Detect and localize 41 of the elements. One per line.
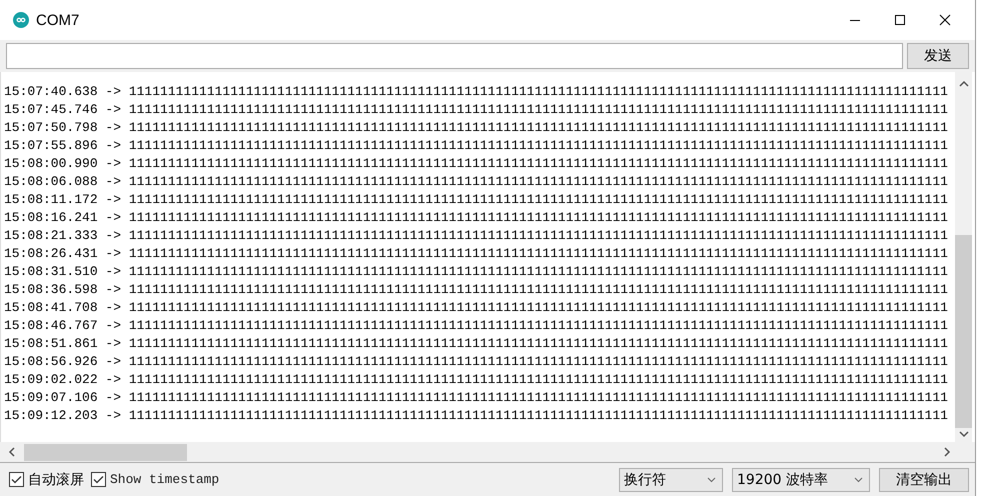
line-ending-dropdown[interactable]: 换行符 <box>619 468 723 492</box>
log-line: 15:08:00.990 -> 111111111111111111111111111111111111111111111111111111111111111111111111111111111111111111111111111111111 <box>4 155 949 173</box>
log-line: 15:08:21.333 -> 111111111111111111111111111111111111111111111111111111111111111111111111111111111111111111111111111111111 <box>4 227 949 245</box>
log-line: 15:07:40.638 -> 111111111111111111111111111111111111111111111111111111111111111111111111111111111111111111111111111111111 <box>4 83 949 101</box>
chevron-down-icon <box>854 476 863 482</box>
log-line: 15:08:06.088 -> 111111111111111111111111111111111111111111111111111111111111111111111111111111111111111111111111111111111 <box>4 173 949 191</box>
log-line: 15:08:41.708 -> 111111111111111111111111111111111111111111111111111111111111111111111111111111111111111111111111111111111 <box>4 299 949 317</box>
checkbox[interactable] <box>9 472 24 487</box>
send-button[interactable]: 发送 <box>907 43 969 69</box>
scroll-right-icon[interactable] <box>943 447 951 457</box>
scrollbar-thumb[interactable] <box>955 235 972 428</box>
window-title: COM7 <box>36 12 80 28</box>
scroll-down-icon[interactable] <box>958 430 968 438</box>
input-field[interactable] <box>6 43 903 69</box>
log-line: 15:09:02.022 -> 111111111111111111111111111111111111111111111111111111111111111111111111111111111111111111111111111111111 <box>4 371 949 389</box>
checkbox-label[interactable]: Show timestamp <box>110 472 220 487</box>
app-logo-icon <box>13 12 29 28</box>
scrollbar-thumb[interactable] <box>24 444 187 460</box>
scroll-left-icon[interactable] <box>8 447 16 457</box>
log-line: 15:08:31.510 -> 111111111111111111111111111111111111111111111111111111111111111111111111111111111111111111111111111111111 <box>4 263 949 281</box>
log-line: 15:08:51.861 -> 111111111111111111111111111111111111111111111111111111111111111111111111111111111111111111111111111111111 <box>4 335 949 353</box>
close-icon[interactable] <box>939 14 951 26</box>
checkbox[interactable] <box>91 472 106 487</box>
log-line: 15:07:50.798 -> 111111111111111111111111111111111111111111111111111111111111111111111111111111111111111111111111111111111 <box>4 119 949 137</box>
scroll-up-icon[interactable] <box>958 80 968 88</box>
log-line: 15:07:55.896 -> 111111111111111111111111111111111111111111111111111111111111111111111111111111111111111111111111111111111 <box>4 137 949 155</box>
log-line: 15:08:11.172 -> 111111111111111111111111111111111111111111111111111111111111111111111111111111111111111111111111111111111 <box>4 191 949 209</box>
chevron-down-icon <box>707 476 716 482</box>
log-line: 15:07:45.746 -> 111111111111111111111111111111111111111111111111111111111111111111111111111111111111111111111111111111111 <box>4 101 949 119</box>
log-line: 15:08:46.767 -> 111111111111111111111111111111111111111111111111111111111111111111111111111111111111111111111111111111111 <box>4 317 949 335</box>
maximize-icon[interactable] <box>894 14 906 26</box>
log-line: 15:08:36.598 -> 111111111111111111111111111111111111111111111111111111111111111111111111111111111111111111111111111111111 <box>4 281 949 299</box>
log-line: 15:09:12.203 -> 111111111111111111111111111111111111111111111111111111111111111111111111111111111111111111111111111111111 <box>4 407 949 425</box>
log-line: 15:08:56.926 -> 111111111111111111111111111111111111111111111111111111111111111111111111111111111111111111111111111111111 <box>4 353 949 371</box>
baud-rate-dropdown[interactable]: 19200 波特率 <box>732 468 870 492</box>
log-line: 15:09:07.106 -> 111111111111111111111111111111111111111111111111111111111111111111111111111111111111111111111111111111111 <box>4 389 949 407</box>
vertical-scrollbar[interactable] <box>955 72 972 442</box>
checkbox-label[interactable]: 自动滚屏 <box>28 470 84 488</box>
log-line: 15:08:16.241 -> 111111111111111111111111111111111111111111111111111111111111111111111111111111111111111111111111111111111 <box>4 209 949 227</box>
log-line: 15:08:26.431 -> 111111111111111111111111111111111111111111111111111111111111111111111111111111111111111111111111111111111 <box>4 245 949 263</box>
clear-output-button[interactable]: 清空输出 <box>879 468 969 492</box>
